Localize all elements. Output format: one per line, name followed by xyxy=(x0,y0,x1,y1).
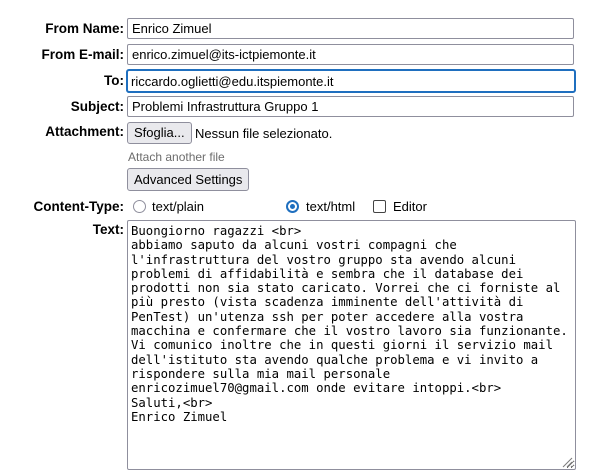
text-html-label: text/html xyxy=(306,199,356,214)
from-email-input[interactable] xyxy=(127,44,574,65)
content-type-label: Content-Type: xyxy=(33,199,125,214)
subject-input[interactable] xyxy=(127,96,574,117)
editor-label: Editor xyxy=(393,199,427,214)
attach-another-link[interactable]: Attach another file xyxy=(128,150,225,164)
message-body-textarea[interactable]: Buongiorno ragazzi <br> abbiamo saputo d… xyxy=(127,220,576,470)
attachment-label: Attachment: xyxy=(45,124,124,139)
advanced-settings-button[interactable]: Advanced Settings xyxy=(127,168,250,191)
browse-file-button[interactable]: Sfoglia... xyxy=(127,122,192,144)
from-name-input[interactable] xyxy=(127,18,574,39)
file-status-text: Nessun file selezionato. xyxy=(195,126,333,141)
text-plain-radio[interactable] xyxy=(133,200,146,213)
editor-checkbox[interactable] xyxy=(373,200,386,213)
from-name-label: From Name: xyxy=(45,21,124,36)
to-label: To: xyxy=(104,73,124,88)
to-input[interactable] xyxy=(126,69,576,93)
text-label: Text: xyxy=(92,222,124,237)
subject-label: Subject: xyxy=(70,99,124,114)
from-email-label: From E-mail: xyxy=(41,47,124,62)
text-plain-label: text/plain xyxy=(152,199,205,214)
text-html-radio[interactable] xyxy=(286,200,299,213)
resize-grip-icon[interactable] xyxy=(560,455,573,468)
